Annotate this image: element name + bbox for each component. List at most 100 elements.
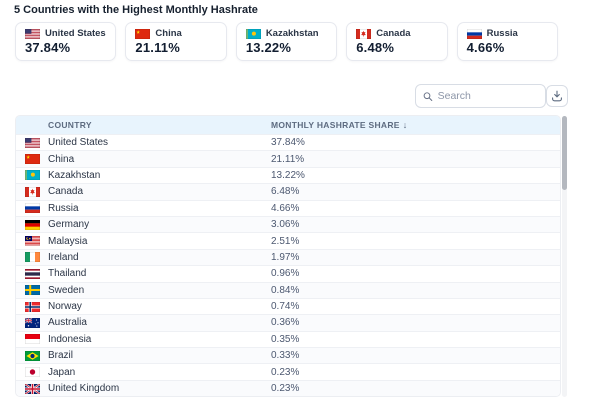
- row-country-name: United States: [48, 137, 108, 148]
- card-country-name: United States: [45, 28, 106, 39]
- row-hashrate-share: 0.74%: [271, 301, 560, 312]
- row-country-cell: Sweden: [16, 285, 271, 296]
- card-header: Canada: [356, 28, 437, 39]
- country-flag-icon: [25, 252, 40, 262]
- search-box[interactable]: [415, 84, 546, 108]
- country-flag-icon: [25, 269, 40, 279]
- row-country-name: Australia: [48, 317, 87, 328]
- country-flag-icon: [25, 170, 40, 180]
- row-country-cell: Australia: [16, 317, 271, 328]
- card-country-name: China: [155, 28, 181, 39]
- row-country-name: Sweden: [48, 285, 84, 296]
- table-row: Ireland 1.97%: [16, 249, 560, 265]
- row-hashrate-share: 0.23%: [271, 383, 560, 394]
- country-flag-icon: [356, 29, 371, 39]
- search-icon: [423, 91, 433, 102]
- row-hashrate-share: 6.48%: [271, 186, 560, 197]
- card-header: United States: [25, 28, 106, 39]
- row-country-name: Canada: [48, 186, 83, 197]
- card-header: Russia: [467, 28, 548, 39]
- row-hashrate-share: 13.22%: [271, 170, 560, 181]
- country-flag-icon: [25, 29, 40, 39]
- table-row: Norway 0.74%: [16, 298, 560, 314]
- country-flag-icon: [467, 29, 482, 39]
- row-country-name: Japan: [48, 367, 75, 378]
- table-row: United Kingdom 0.23%: [16, 380, 560, 396]
- country-flag-icon: [25, 367, 40, 377]
- table-row: Malaysia 2.51%: [16, 232, 560, 248]
- table-row: Germany 3.06%: [16, 216, 560, 232]
- table-row: Australia 0.36%: [16, 314, 560, 330]
- country-summary-card: Kazakhstan 13.22%: [236, 22, 337, 61]
- row-hashrate-share: 37.84%: [271, 137, 560, 148]
- card-country-name: Canada: [376, 28, 410, 39]
- row-country-name: Brazil: [48, 350, 73, 361]
- card-header: Kazakhstan: [246, 28, 327, 39]
- row-country-name: Malaysia: [48, 236, 87, 247]
- row-country-cell: Germany: [16, 219, 271, 230]
- row-country-name: Thailand: [48, 268, 86, 279]
- row-country-cell: Thailand: [16, 268, 271, 279]
- row-hashrate-share: 0.35%: [271, 334, 560, 345]
- table-row: China 21.11%: [16, 150, 560, 166]
- country-summary-card: Canada 6.48%: [346, 22, 447, 61]
- card-hashrate-value: 4.66%: [467, 40, 548, 55]
- country-flag-icon: [25, 236, 40, 246]
- row-hashrate-share: 3.06%: [271, 219, 560, 230]
- table-row: Thailand 0.96%: [16, 265, 560, 281]
- card-hashrate-value: 37.84%: [25, 40, 106, 55]
- country-flag-icon: [25, 302, 40, 312]
- card-country-name: Russia: [487, 28, 518, 39]
- row-hashrate-share: 0.33%: [271, 350, 560, 361]
- row-hashrate-share: 1.97%: [271, 252, 560, 263]
- row-country-cell: Malaysia: [16, 236, 271, 247]
- row-country-cell: Norway: [16, 301, 271, 312]
- hashrate-dashboard: 5 Countries with the Highest Monthly Has…: [0, 0, 600, 405]
- row-country-name: Ireland: [48, 252, 79, 263]
- row-country-cell: United Kingdom: [16, 383, 271, 394]
- row-country-name: China: [48, 154, 74, 165]
- table-scrollbar-thumb[interactable]: [562, 116, 567, 190]
- row-country-cell: Ireland: [16, 252, 271, 263]
- column-header-share-label: MONTHLY HASHRATE SHARE: [271, 120, 400, 130]
- row-hashrate-share: 0.36%: [271, 317, 560, 328]
- country-summary-card: China 21.11%: [125, 22, 226, 61]
- card-hashrate-value: 13.22%: [246, 40, 327, 55]
- row-country-cell: Canada: [16, 186, 271, 197]
- table-row: Russia 4.66%: [16, 200, 560, 216]
- download-button[interactable]: [546, 85, 568, 107]
- row-country-name: Indonesia: [48, 334, 91, 345]
- card-header: China: [135, 28, 216, 39]
- row-country-name: Germany: [48, 219, 89, 230]
- row-country-cell: Indonesia: [16, 334, 271, 345]
- hashrate-table: COUNTRY MONTHLY HASHRATE SHARE ↓ United …: [15, 115, 561, 397]
- country-flag-icon: [25, 285, 40, 295]
- country-flag-icon: [25, 138, 40, 148]
- search-input[interactable]: [438, 90, 538, 102]
- row-hashrate-share: 0.84%: [271, 285, 560, 296]
- country-summary-card: Russia 4.66%: [457, 22, 558, 61]
- country-flag-icon: [25, 351, 40, 361]
- table-row: Brazil 0.33%: [16, 347, 560, 363]
- card-hashrate-value: 21.11%: [135, 40, 216, 55]
- country-flag-icon: [25, 334, 40, 344]
- column-header-country[interactable]: COUNTRY: [16, 120, 271, 130]
- row-country-name: Kazakhstan: [48, 170, 100, 181]
- country-flag-icon: [135, 29, 150, 39]
- country-flag-icon: [25, 187, 40, 197]
- download-icon: [551, 90, 563, 102]
- row-country-name: Russia: [48, 203, 79, 214]
- row-country-cell: Brazil: [16, 350, 271, 361]
- card-hashrate-value: 6.48%: [356, 40, 437, 55]
- column-header-share[interactable]: MONTHLY HASHRATE SHARE ↓: [271, 120, 560, 130]
- country-flag-icon: [25, 384, 40, 394]
- table-scrollbar-track[interactable]: [562, 116, 567, 397]
- row-hashrate-share: 4.66%: [271, 203, 560, 214]
- card-country-name: Kazakhstan: [266, 28, 319, 39]
- row-country-cell: Japan: [16, 367, 271, 378]
- country-summary-card: United States 37.84%: [15, 22, 116, 61]
- row-country-cell: Russia: [16, 203, 271, 214]
- row-country-name: United Kingdom: [48, 383, 119, 394]
- table-row: Japan 0.23%: [16, 363, 560, 379]
- country-flag-icon: [246, 29, 261, 39]
